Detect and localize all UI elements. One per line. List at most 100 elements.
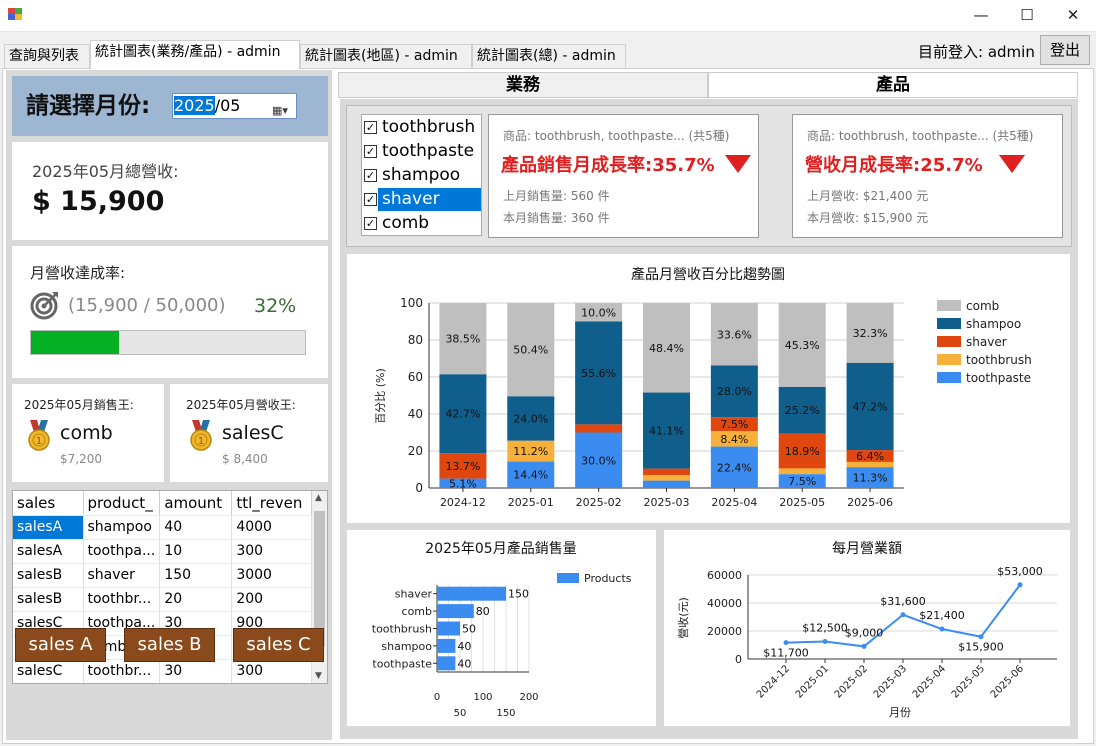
scroll-thumb[interactable] (314, 511, 325, 647)
x-tick-label: 0 (434, 692, 440, 703)
data-label: 41.1% (649, 425, 684, 438)
tab-query-list[interactable]: 查詢與列表 (4, 44, 90, 68)
data-label: 33.6% (717, 328, 752, 341)
checkbox-icon[interactable]: ✓ (364, 145, 377, 158)
scroll-up-icon[interactable]: ▲ (315, 493, 322, 503)
hbar (437, 604, 474, 619)
goal-card: 月營收達成率: (15,900 / 50,000) 32% (12, 246, 328, 378)
calendar-dropdown-icon[interactable]: ▦▾ (272, 99, 292, 117)
table-cell[interactable]: toothbr... (83, 659, 161, 683)
sales-growth-card: 商品: toothbrush, toothpaste... (共5種) 產品銷售… (488, 114, 759, 238)
sales-c-button[interactable]: sales C (233, 628, 324, 662)
y-tick-label: 0 (415, 481, 423, 495)
table-row[interactable]: salesC toothbr... 30 300 (13, 659, 313, 683)
data-label: 47.2% (853, 400, 888, 413)
data-label: 22.4% (717, 461, 752, 474)
data-point (1017, 582, 1023, 588)
top-revenue-title: 2025年05月營收王: (186, 398, 296, 412)
legend-entry: toothbrush (966, 353, 1032, 367)
column-header-product[interactable]: product_ (83, 491, 161, 516)
y-axis-label: 百分比 (%) (374, 368, 387, 424)
table-cell[interactable]: 200 (231, 587, 313, 612)
bar-segment-toothbrush (643, 475, 690, 481)
data-label: 48.4% (649, 342, 684, 355)
x-tick-label: 2024-12 (755, 663, 792, 700)
table-cell[interactable]: toothpa... (83, 539, 161, 564)
table-row[interactable]: salesB shaver 150 3000 (13, 563, 313, 588)
checkbox-icon[interactable]: ✓ (364, 217, 377, 230)
maximize-button[interactable]: ☐ (1004, 0, 1050, 32)
y-tick-label: 40 (408, 407, 423, 421)
tab-products[interactable]: 產品 (708, 72, 1078, 98)
column-header-amount[interactable]: amount (159, 491, 233, 516)
data-label: 6.4% (856, 450, 884, 463)
table-cell[interactable]: salesC (13, 659, 84, 683)
table-cell[interactable]: 10 (159, 539, 233, 564)
data-label: $15,900 (958, 641, 1004, 654)
table-row[interactable]: salesA toothpa... 10 300 (13, 539, 313, 564)
logout-button[interactable]: 登出 (1040, 35, 1090, 65)
data-label: 28.0% (717, 385, 752, 398)
table-cell[interactable]: 300 (231, 539, 313, 564)
checkbox-icon[interactable]: ✓ (364, 169, 377, 182)
sales-b-button[interactable]: sales B (124, 628, 215, 662)
x-tick-label: 50 (454, 708, 467, 719)
scroll-down-icon[interactable]: ▼ (315, 671, 322, 681)
tab-stats-region[interactable]: 統計圖表(地區) - admin (300, 44, 472, 68)
sales-growth-products: 商品: toothbrush, toothpaste... (共5種) (503, 129, 730, 143)
data-label: 8.4% (720, 433, 748, 446)
minimize-button[interactable]: — (958, 0, 1004, 32)
product-checklist[interactable]: ✓ toothbrush ✓ toothpaste ✓ shampoo ✓ shaver… (361, 114, 482, 236)
table-cell[interactable]: 20 (159, 587, 233, 612)
goal-ratio: (15,900 / 50,000) (68, 295, 226, 316)
product-check-toothpaste[interactable]: ✓ toothpaste (362, 140, 482, 164)
month-input-month: /05 (214, 96, 241, 115)
table-cell[interactable]: 4000 (231, 515, 313, 540)
x-tick-label: 2025-04 (911, 663, 948, 700)
data-label: 45.3% (785, 339, 820, 352)
checkbox-icon[interactable]: ✓ (364, 121, 377, 134)
product-check-toothbrush[interactable]: ✓ toothbrush (362, 116, 482, 140)
table-cell[interactable]: salesB (13, 563, 84, 588)
data-point (822, 639, 828, 644)
table-cell[interactable]: 300 (231, 659, 313, 683)
data-label: $9,000 (845, 626, 884, 639)
goal-progress-fill (31, 331, 119, 354)
goal-progress-bar (30, 330, 306, 355)
table-cell[interactable]: 3000 (231, 563, 313, 588)
table-cell[interactable]: 40 (159, 515, 233, 540)
login-status: 目前登入: admin (918, 43, 1035, 61)
tab-stats-sales-product[interactable]: 統計圖表(業務/產品) - admin (90, 40, 300, 69)
legend-swatch-comb (937, 300, 961, 311)
table-row[interactable]: salesB toothbr... 20 200 (13, 587, 313, 612)
hbar (437, 586, 506, 601)
table-cell[interactable]: shampoo (83, 515, 161, 540)
table-cell[interactable]: toothbr... (83, 587, 161, 612)
month-input[interactable]: 2025/05 ▦▾ (172, 93, 297, 119)
column-header-sales[interactable]: sales (13, 491, 84, 516)
table-cell[interactable]: salesA (13, 515, 84, 540)
y-tick-label: 20 (408, 444, 423, 458)
sales-a-button[interactable]: sales A (15, 628, 106, 662)
product-check-comb[interactable]: ✓ comb (362, 212, 482, 236)
top-revenue-name: salesC (222, 422, 284, 444)
tab-sales[interactable]: 業務 (338, 72, 708, 98)
x-tick-label: 2025-04 (711, 496, 757, 509)
product-check-shaver[interactable]: ✓ shaver (362, 188, 482, 212)
revenue-growth-products: 商品: toothbrush, toothpaste... (共5種) (807, 129, 1034, 143)
table-cell[interactable]: salesB (13, 587, 84, 612)
checkbox-icon[interactable]: ✓ (364, 193, 377, 206)
table-cell[interactable]: 30 (159, 659, 233, 683)
table-cell[interactable]: salesA (13, 539, 84, 564)
column-header-revenue[interactable]: ttl_reven (231, 491, 313, 516)
table-cell[interactable]: 150 (159, 563, 233, 588)
data-label: 11.3% (853, 472, 888, 485)
data-label: 11.2% (513, 445, 548, 458)
tab-stats-total[interactable]: 統計圖表(總) - admin (472, 44, 626, 68)
product-check-shampoo[interactable]: ✓ shampoo (362, 164, 482, 188)
data-label: 38.5% (445, 333, 480, 346)
close-button[interactable]: ✕ (1050, 0, 1096, 32)
table-cell[interactable]: shaver (83, 563, 161, 588)
top-seller-title: 2025年05月銷售王: (24, 398, 134, 412)
table-row[interactable]: salesA shampoo 40 4000 (13, 515, 313, 540)
